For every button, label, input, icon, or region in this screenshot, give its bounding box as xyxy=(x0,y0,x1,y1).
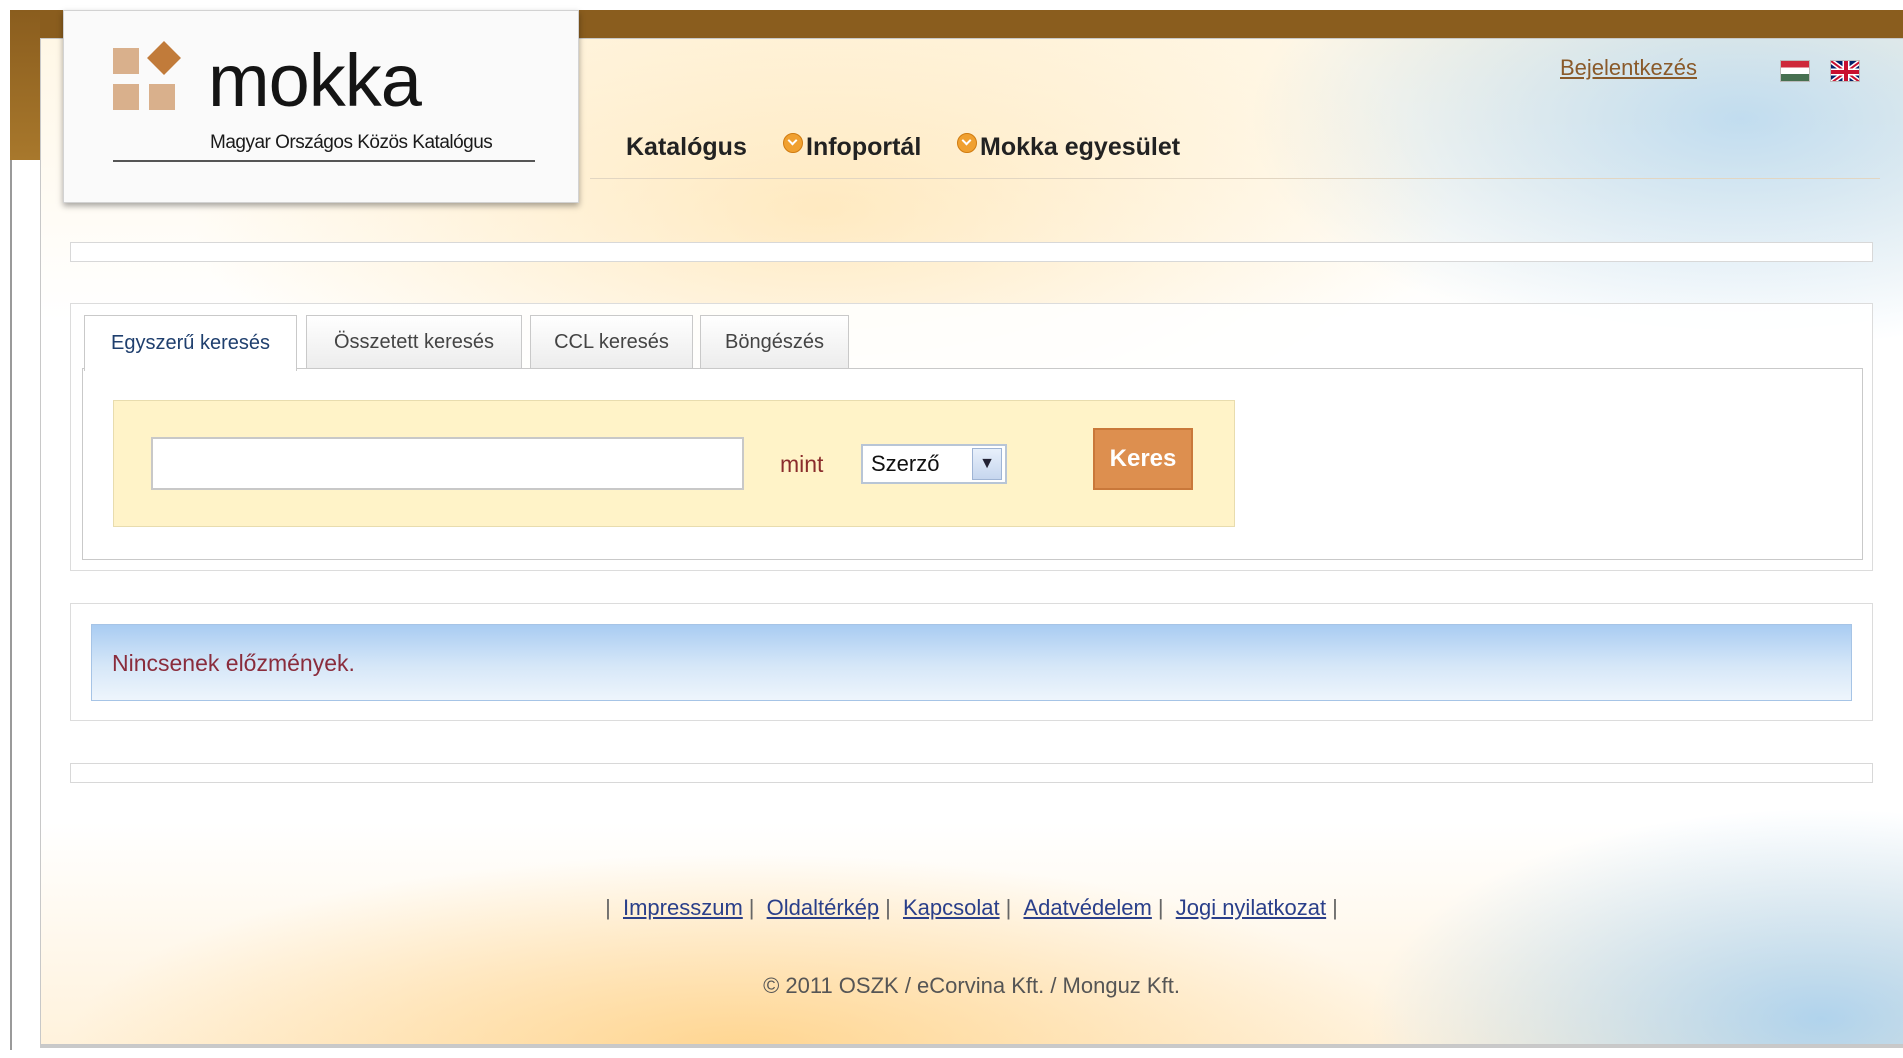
search-as-label: mint xyxy=(780,451,824,477)
login-link[interactable]: Bejelentkezés xyxy=(1560,55,1697,81)
footer-link-kapcsolat[interactable]: Kapcsolat xyxy=(903,895,1000,920)
footer-link-oldalterkep[interactable]: Oldaltérkép xyxy=(767,895,880,920)
spacer-bar-top xyxy=(70,242,1873,262)
search-input[interactable] xyxy=(151,437,744,490)
footer-link-adatvedelem[interactable]: Adatvédelem xyxy=(1023,895,1151,920)
logo-square-icon xyxy=(113,84,139,110)
footer-separator: | xyxy=(1005,895,1012,920)
footer-separator: | xyxy=(1332,895,1338,920)
footer-separator: | xyxy=(885,895,891,920)
logo-underline xyxy=(113,160,535,162)
tab-simple-search[interactable]: Egyszerű keresés xyxy=(84,315,297,371)
tab-label: Összetett keresés xyxy=(333,331,495,353)
nav-item-label: Katalógus xyxy=(626,133,747,161)
hu-flag-icon[interactable] xyxy=(1780,60,1810,82)
footer-link-jogi-nyilatkozat[interactable]: Jogi nyilatkozat xyxy=(1176,895,1326,920)
nav-item-infoportal[interactable]: Infoportál xyxy=(783,132,922,162)
nav-item-mokka-egyesulet[interactable]: Mokka egyesület xyxy=(957,132,1181,162)
logo-square-icon xyxy=(149,84,175,110)
footer-separator: | xyxy=(1157,895,1164,920)
footer-links: | Impresszum | Oldaltérkép | Kapcsolat | Ad… xyxy=(0,895,1903,921)
chevron-down-icon[interactable]: ▼ xyxy=(972,448,1002,480)
nav-divider xyxy=(590,178,1880,179)
tab-label: CCL keresés xyxy=(554,331,669,353)
footer-link-impresszum[interactable]: Impresszum xyxy=(623,895,743,920)
tab-advanced-search[interactable]: Összetett keresés xyxy=(306,315,522,369)
uk-flag-icon[interactable] xyxy=(1830,60,1860,82)
footer-copyright: © 2011 OSZK / eCorvina Kft. / Monguz Kft… xyxy=(763,973,1180,998)
history-bar xyxy=(91,624,1852,701)
tab-ccl-search[interactable]: CCL keresés xyxy=(530,315,693,369)
chevron-bullet-icon xyxy=(957,132,977,153)
search-field-select[interactable]: Szerző ▼ xyxy=(861,444,1007,484)
search-field-value: Szerző xyxy=(871,451,940,476)
logo-wordmark[interactable]: mokka xyxy=(208,36,422,126)
nav-item-label: Mokka egyesület xyxy=(980,133,1181,161)
nav-item-katalogus[interactable]: Katalógus xyxy=(626,133,747,162)
chevron-bullet-icon xyxy=(783,132,803,153)
search-button[interactable]: Keres xyxy=(1093,428,1193,490)
left-brown-bar xyxy=(10,10,40,160)
footer-separator: | xyxy=(605,895,611,920)
tab-browse[interactable]: Böngészés xyxy=(700,315,849,369)
footer-separator: | xyxy=(748,895,755,920)
page-bottom-border xyxy=(40,1045,1903,1048)
nav-item-label: Infoportál xyxy=(806,133,922,161)
logo-square-icon xyxy=(113,48,139,74)
tab-label: Egyszerű keresés xyxy=(111,332,270,354)
history-empty-text: Nincsenek előzmények. xyxy=(112,650,355,676)
spacer-bar-bottom xyxy=(70,763,1873,783)
tab-label: Böngészés xyxy=(725,331,824,353)
logo-subtitle: Magyar Országos Közös Katalógus xyxy=(210,132,493,153)
